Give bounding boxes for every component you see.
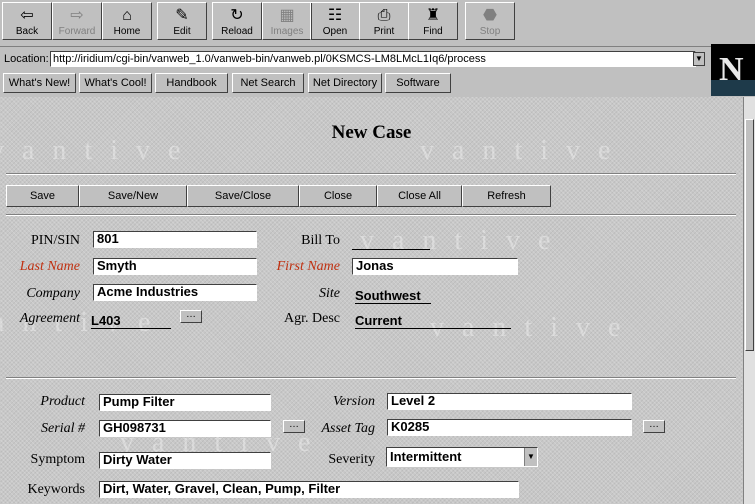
- find-button[interactable]: ♜ Find: [408, 2, 458, 40]
- symptom-field[interactable]: Dirty Water: [99, 452, 271, 469]
- product-label: Product: [40, 394, 85, 409]
- stop-button[interactable]: ⬣ Stop: [465, 2, 515, 40]
- images-button[interactable]: ▦ Images: [262, 2, 312, 40]
- divider: [6, 173, 736, 175]
- location-input[interactable]: http://iridium/cgi-bin/vanweb_1.0/vanweb…: [50, 51, 696, 67]
- bill-to-label: Bill To: [301, 233, 340, 248]
- first-name-label: First Name: [276, 259, 340, 274]
- divider: [6, 377, 736, 379]
- agr-desc-label: Agr. Desc: [284, 311, 340, 326]
- close-button[interactable]: Close: [299, 185, 377, 207]
- version-label: Version: [333, 394, 375, 409]
- keywords-label: Keywords: [27, 482, 85, 497]
- agreement-value: L403: [91, 313, 171, 329]
- company-field[interactable]: Acme Industries: [93, 284, 257, 301]
- forward-arrow-icon: ⇨: [70, 7, 84, 24]
- agreement-label: Agreement: [19, 311, 80, 326]
- save-new-button[interactable]: Save/New: [79, 185, 187, 207]
- keywords-field[interactable]: Dirt, Water, Gravel, Clean, Pump, Filter: [99, 481, 519, 498]
- printer-icon: ⎙: [377, 7, 391, 24]
- home-icon: ⌂: [122, 7, 132, 24]
- print-button[interactable]: ⎙ Print: [359, 2, 409, 40]
- open-icon: ☷: [327, 7, 343, 24]
- back-arrow-icon: ⇦: [20, 7, 34, 24]
- last-name-label: Last Name: [19, 259, 80, 274]
- handbook-button[interactable]: Handbook: [155, 73, 228, 93]
- location-dropdown-icon[interactable]: ▼: [693, 52, 705, 66]
- bill-to-value: [352, 233, 430, 250]
- severity-selected-value: Intermittent: [390, 449, 462, 464]
- netscape-logo[interactable]: N: [711, 44, 755, 96]
- whats-new-button[interactable]: What's New!: [3, 73, 76, 93]
- chevron-down-icon[interactable]: ▼: [524, 448, 537, 466]
- symptom-label: Symptom: [30, 452, 85, 467]
- version-field[interactable]: Level 2: [387, 393, 632, 410]
- serial-field[interactable]: GH098731: [99, 420, 271, 437]
- vertical-scrollbar[interactable]: [743, 97, 755, 504]
- site-label: Site: [319, 286, 340, 301]
- page-content: vantive vantive vantive vantive vantive …: [0, 97, 743, 504]
- asset-tag-field[interactable]: K0285: [387, 419, 632, 436]
- location-bar: Location: http://iridium/cgi-bin/vanweb_…: [0, 49, 710, 71]
- directory-buttons: What's New! What's Cool! Handbook Net Se…: [0, 73, 710, 95]
- close-all-button[interactable]: Close All: [377, 185, 462, 207]
- net-directory-button[interactable]: Net Directory: [308, 73, 382, 93]
- logo-bar: [711, 80, 755, 96]
- location-label: Location:: [4, 53, 49, 65]
- browser-toolbar: ⇦ Back ⇨ Forward ⌂ Home ✎ Edit ↻ Reload ▦ Imag…: [0, 0, 755, 44]
- software-button[interactable]: Software: [385, 73, 451, 93]
- product-field[interactable]: Pump Filter: [99, 394, 271, 411]
- asset-tag-lookup-button[interactable]: …: [643, 420, 665, 433]
- reload-icon: ↻: [230, 7, 244, 24]
- pin-sin-field[interactable]: 801: [93, 231, 257, 248]
- binoculars-icon: ♜: [425, 7, 441, 24]
- whats-cool-button[interactable]: What's Cool!: [79, 73, 152, 93]
- site-value: Southwest: [355, 288, 431, 304]
- forward-button[interactable]: ⇨ Forward: [52, 2, 102, 40]
- open-button[interactable]: ☷ Open: [310, 2, 360, 40]
- severity-select[interactable]: Intermittent ▼: [386, 447, 538, 467]
- stop-icon: ⬣: [483, 7, 497, 24]
- images-icon: ▦: [279, 7, 295, 24]
- edit-button[interactable]: ✎ Edit: [157, 2, 207, 40]
- severity-label: Severity: [328, 452, 375, 467]
- agreement-lookup-button[interactable]: …: [180, 310, 202, 323]
- agr-desc-value: Current: [355, 313, 511, 329]
- page-title: New Case: [331, 122, 412, 143]
- home-button[interactable]: ⌂ Home: [102, 2, 152, 40]
- refresh-button[interactable]: Refresh: [462, 185, 551, 207]
- reload-button[interactable]: ↻ Reload: [212, 2, 262, 40]
- save-button[interactable]: Save: [6, 185, 79, 207]
- serial-label: Serial #: [41, 421, 85, 436]
- divider: [6, 214, 736, 216]
- first-name-field[interactable]: Jonas: [352, 258, 518, 275]
- pencil-icon: ✎: [175, 7, 189, 24]
- last-name-field[interactable]: Smyth: [93, 258, 257, 275]
- toolbar-divider: [0, 46, 755, 47]
- pin-sin-label: PIN/SIN: [30, 233, 80, 248]
- asset-tag-label: Asset Tag: [321, 421, 375, 436]
- net-search-button[interactable]: Net Search: [232, 73, 304, 93]
- company-label: Company: [26, 286, 80, 301]
- back-button[interactable]: ⇦ Back: [2, 2, 52, 40]
- save-close-button[interactable]: Save/Close: [187, 185, 299, 207]
- scrollbar-thumb[interactable]: [745, 119, 754, 351]
